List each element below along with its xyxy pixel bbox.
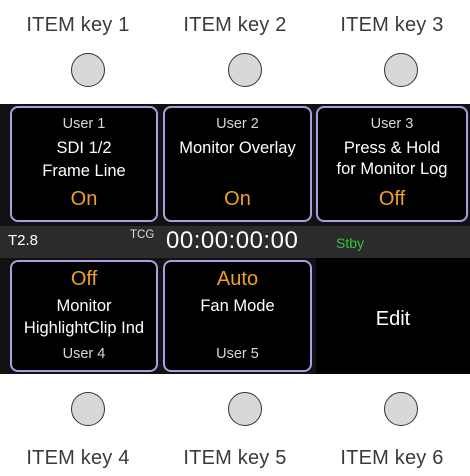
item-key-1-label: ITEM key 1: [26, 14, 130, 36]
item-key-1-button[interactable]: [71, 53, 105, 87]
tile-function-line1: Monitor: [56, 297, 112, 315]
user-4-tile[interactable]: Off Monitor HighlightClip Ind User 4: [10, 260, 158, 372]
item-key-3-label: ITEM key 3: [340, 14, 444, 36]
item-key-4-label: ITEM key 4: [26, 447, 130, 469]
tile-function-line1: SDI 1/2: [56, 139, 112, 157]
tile-user-label: User 2: [216, 116, 259, 132]
edit-label: Edit: [375, 308, 411, 330]
tile-function-line2: for Monitor Log: [336, 160, 448, 178]
item-key-4-button[interactable]: [71, 392, 105, 426]
tile-state: Off: [378, 188, 406, 210]
item-key-3-button[interactable]: [384, 53, 418, 87]
tile-user-label: User 3: [370, 116, 414, 132]
user-3-tile[interactable]: User 3 Press & Hold for Monitor Log Off: [316, 106, 468, 222]
item-key-2-label: ITEM key 2: [183, 14, 287, 36]
user-5-tile[interactable]: Auto Fan Mode User 5: [163, 260, 312, 372]
timecode-label: TCG: [130, 229, 155, 241]
tile-state: On: [224, 188, 251, 210]
user-2-tile[interactable]: User 2 Monitor Overlay On: [163, 106, 312, 222]
tile-function-line2: HighlightClip Ind: [23, 319, 145, 337]
user-1-tile[interactable]: User 1 SDI 1/2 Frame Line On: [10, 106, 158, 222]
rec-status: Stby: [336, 235, 365, 251]
tile-state: On: [70, 188, 98, 210]
tile-state: Off: [70, 268, 98, 290]
tile-function-line1: Fan Mode: [200, 297, 275, 315]
tile-user-label: User 5: [216, 346, 259, 362]
tile-function-line1: Press & Hold: [343, 139, 441, 157]
timecode-display: 00:00:00:00: [166, 227, 299, 254]
iris-value: T2.8: [8, 232, 39, 249]
tile-function-line1: Monitor Overlay: [179, 139, 296, 157]
tile-user-label: User 1: [62, 116, 106, 132]
item-key-6-label: ITEM key 6: [340, 447, 444, 469]
tile-function-line2: Frame Line: [42, 162, 126, 180]
item-key-2-button[interactable]: [228, 53, 262, 87]
tile-state: Auto: [216, 268, 259, 290]
item-key-5-label: ITEM key 5: [183, 447, 287, 469]
item-key-5-button[interactable]: [228, 392, 262, 426]
tile-user-label: User 4: [62, 346, 106, 362]
item-key-6-button[interactable]: [384, 392, 418, 426]
